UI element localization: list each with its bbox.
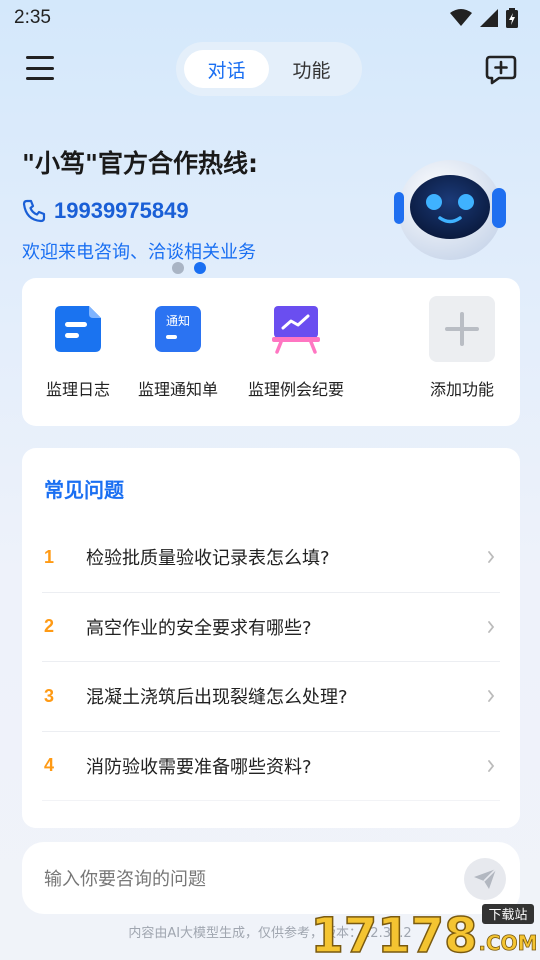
feature-supervision-notice[interactable]: 通知 监理通知单 <box>118 304 238 404</box>
phone-number: 19939975849 <box>54 198 189 223</box>
top-bar: 对话 功能 <box>0 42 540 98</box>
faq-item[interactable]: 1 检验批质量验收记录表怎么填? <box>42 523 500 593</box>
site-watermark-logo: 17178 下载站 .COM <box>310 904 536 960</box>
banner-title: "小笃"官方合作热线: <box>22 149 259 178</box>
faq-question: 高空作业的安全要求有哪些? <box>86 617 312 639</box>
faq-scroll-fade <box>22 788 520 828</box>
svg-text:通知: 通知 <box>166 314 190 328</box>
faq-title: 常见问题 <box>44 478 124 502</box>
faq-question: 检验批质量验收记录表怎么填? <box>86 548 330 570</box>
faq-question: 混凝土浇筑后出现裂缝怎么处理? <box>86 687 348 709</box>
notice-icon: 通知 <box>155 306 201 352</box>
status-icons <box>450 8 518 28</box>
carousel-indicator <box>172 262 206 274</box>
svg-text:17178: 17178 <box>311 908 478 960</box>
phone-icon <box>22 199 46 223</box>
tab-chat[interactable]: 对话 <box>184 50 269 88</box>
svg-text:.COM: .COM <box>478 931 536 955</box>
promo-banner[interactable]: "小笃"官方合作热线: 19939975849 欢迎来电咨询、洽谈相关业务 <box>0 132 540 282</box>
faq-list: 1 检验批质量验收记录表怎么填? 2 高空作业的安全要求有哪些? 3 混凝土浇筑… <box>42 523 500 801</box>
chevron-right-icon <box>488 690 495 702</box>
banner-phone[interactable]: 19939975849 <box>22 198 189 224</box>
faq-card: 常见问题 1 检验批质量验收记录表怎么填? 2 高空作业的安全要求有哪些? 3 … <box>22 448 520 828</box>
send-button[interactable] <box>464 858 506 900</box>
chat-input[interactable] <box>44 864 444 894</box>
meeting-board-icon <box>272 306 320 354</box>
faq-item[interactable]: 3 混凝土浇筑后出现裂缝怎么处理? <box>42 662 500 732</box>
chevron-right-icon <box>488 759 495 772</box>
feature-label: 监理例会纪要 <box>247 380 344 399</box>
tab-switch: 对话 功能 <box>176 42 362 96</box>
send-icon <box>474 868 497 889</box>
battery-icon <box>506 8 518 28</box>
status-bar: 2:35 <box>0 0 540 36</box>
feature-label: 监理通知单 <box>137 380 218 399</box>
chevron-right-icon <box>488 620 495 633</box>
banner-subtitle: 欢迎来电咨询、洽谈相关业务 <box>22 242 256 263</box>
wifi-icon <box>450 9 472 26</box>
menu-icon[interactable] <box>26 56 54 80</box>
feature-meeting-minutes[interactable]: 监理例会纪要 <box>236 304 356 404</box>
carousel-dot-active[interactable] <box>194 262 206 274</box>
svg-text:下载站: 下载站 <box>488 908 527 923</box>
carousel-dot[interactable] <box>172 262 184 274</box>
plus-icon <box>429 296 495 362</box>
faq-number: 3 <box>44 685 55 706</box>
log-document-icon <box>55 306 101 352</box>
faq-number: 4 <box>44 755 55 776</box>
tab-functions[interactable]: 功能 <box>269 50 354 88</box>
status-time: 2:35 <box>14 7 51 28</box>
new-chat-icon[interactable] <box>484 54 518 86</box>
robot-mascot-icon <box>394 160 506 260</box>
chevron-right-icon <box>488 551 495 563</box>
faq-number: 1 <box>44 546 55 567</box>
feature-label: 添加功能 <box>429 380 494 399</box>
signal-icon <box>480 9 498 27</box>
feature-shortcuts: 监理日志 通知 监理通知单 监理例会纪要 添加功能 <box>22 278 520 426</box>
faq-number: 2 <box>44 616 55 637</box>
faq-item[interactable]: 2 高空作业的安全要求有哪些? <box>42 593 500 662</box>
feature-add[interactable]: 添加功能 <box>402 296 522 404</box>
faq-question: 消防验收需要准备哪些资料? <box>86 756 312 778</box>
